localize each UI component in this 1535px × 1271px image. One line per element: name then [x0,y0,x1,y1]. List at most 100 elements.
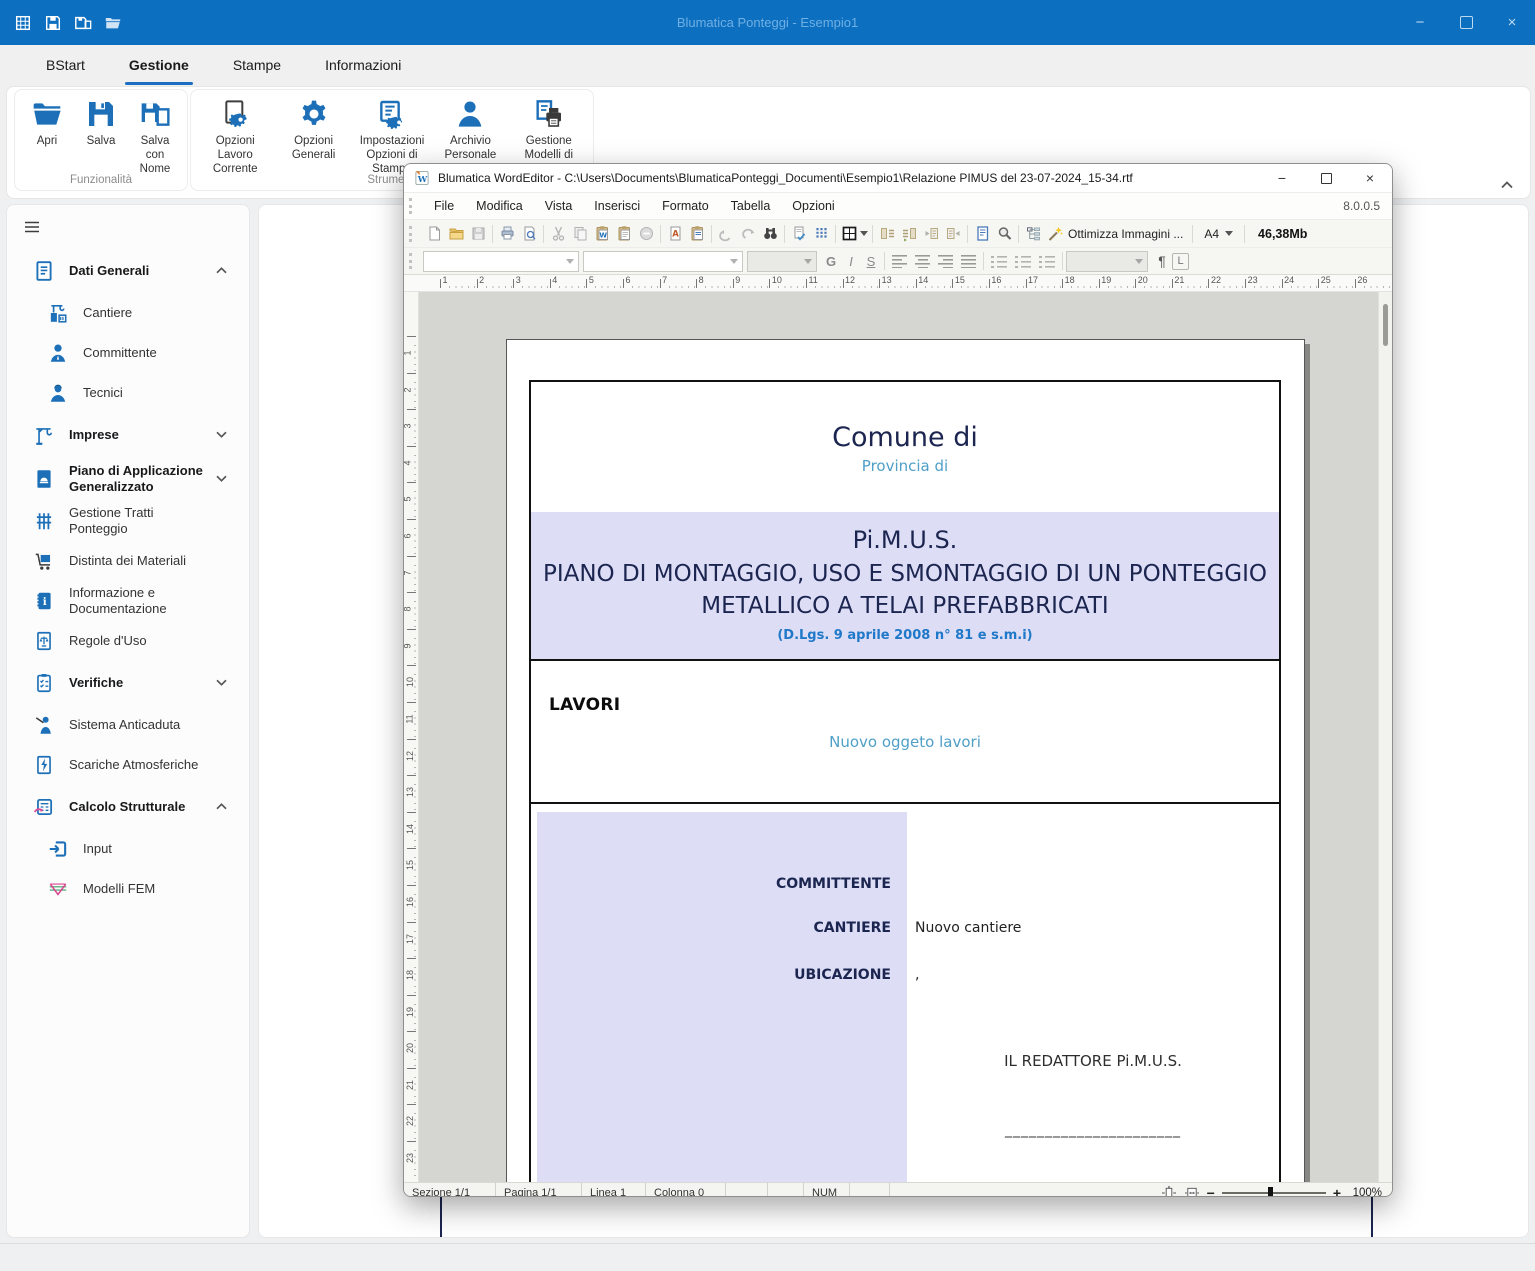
print-preview-button[interactable] [518,224,540,244]
zoom-slider[interactable] [1222,1192,1326,1194]
table-columns-button[interactable] [810,224,832,244]
fit-page-icon[interactable] [1161,1186,1177,1197]
save-icon[interactable] [44,14,62,32]
collapse-ribbon-button[interactable] [1495,175,1519,195]
outdent-button[interactable] [876,224,898,244]
paper-size-select[interactable]: A4 [1196,227,1241,241]
menu-file[interactable]: File [423,199,465,213]
scrollbar-thumb[interactable] [1383,304,1388,346]
sidebar-item-sistema-anticaduta[interactable]: Sistema Anticaduta [7,705,249,745]
wordeditor-titlebar[interactable]: W Blumatica WordEditor - C:\Users\Docume… [404,164,1392,193]
italic-button[interactable]: I [841,251,861,271]
sidebar-item-gestione-tratti-ponteggio[interactable]: Gestione Tratti Ponteggio [7,501,249,541]
toolbar-grip[interactable] [409,226,417,242]
toolbar-grip-2[interactable] [409,253,417,269]
sidebar-item-modelli-fem[interactable]: Modelli FEM [7,869,249,909]
field-codes-button[interactable]: L [1172,253,1189,270]
paragraph-style-combo[interactable] [423,251,579,272]
menu-tabella[interactable]: Tabella [720,199,782,213]
minimize-button[interactable]: − [1397,0,1443,45]
font-family-combo[interactable] [583,251,743,272]
app-logo-icon[interactable] [14,14,32,32]
paste-button[interactable] [613,224,635,244]
move-right-button[interactable] [942,224,964,244]
ribbon-button-salva[interactable]: Salva [77,95,125,176]
new-document-button[interactable] [423,224,445,244]
save-button[interactable] [467,224,489,244]
sidebar-item-cantiere[interactable]: Cantiere [7,293,249,333]
font-size-combo[interactable] [747,251,817,272]
menu-inserisci[interactable]: Inserisci [583,199,651,213]
find-text-button[interactable]: A [664,224,686,244]
ribbon-button-opzioni-generali[interactable]: Opzioni Generali [277,95,349,176]
sidebar-item-informazione-e-documentazione[interactable]: iInformazione e Documentazione [7,581,249,621]
menu-vista[interactable]: Vista [534,199,584,213]
indent-button[interactable] [898,224,920,244]
underline-button[interactable]: S [861,251,881,271]
wand-button[interactable] [1044,224,1066,244]
zoom-combo[interactable] [1066,251,1148,272]
document-lines-button[interactable] [971,224,993,244]
sidebar-item-calcolo-strutturale[interactable]: Calcolo Strutturale [7,785,249,829]
find-button[interactable] [759,224,781,244]
sidebar-item-input[interactable]: Input [7,829,249,869]
copy-button[interactable] [569,224,591,244]
optimize-images-button[interactable]: Ottimizza Immagini ... [1068,227,1183,241]
remove-button[interactable] [635,224,657,244]
paste-word-button[interactable]: W [591,224,613,244]
borders-button[interactable] [839,224,869,244]
maximize-button[interactable] [1443,0,1489,45]
align-right-button[interactable] [938,255,953,268]
bold-button[interactable]: G [821,251,841,271]
redo-button[interactable] [737,224,759,244]
sidebar-item-scariche-atmosferiche[interactable]: Scariche Atmosferiche [7,745,249,785]
multilevel-list-button[interactable] [1039,255,1055,268]
document-page[interactable]: Comune di Provincia di Pi.M.U.S. PIANO D… [506,339,1305,1182]
menu-opzioni[interactable]: Opzioni [781,199,845,213]
paste-special-button[interactable] [686,224,708,244]
tab-informazioni[interactable]: Informazioni [303,45,423,85]
sidebar-item-piano-di-applicazione-generalizzato[interactable]: Piano di Applicazione Generalizzato [7,457,249,501]
save-as-icon[interactable] [74,14,92,32]
align-left-button[interactable] [892,255,907,268]
numbered-list-button[interactable] [1015,255,1031,268]
menu-formato[interactable]: Formato [651,199,720,213]
vertical-scrollbar[interactable] [1378,292,1392,1182]
editor-maximize-button[interactable] [1304,164,1348,192]
sidebar-item-regole-d-uso[interactable]: Regole d'Uso [7,621,249,661]
ribbon-button-apri[interactable]: Apri [23,95,71,176]
ribbon-button-opzioni-lavoro-corrente[interactable]: Opzioni Lavoro Corrente [199,95,271,176]
sidebar-menu-button[interactable] [19,215,45,239]
open-folder-icon[interactable] [104,14,122,32]
cut-button[interactable] [547,224,569,244]
bullet-list-button[interactable] [991,255,1007,268]
sidebar-item-dati-generali[interactable]: Dati Generali [7,249,249,293]
print-button[interactable] [496,224,518,244]
editor-minimize-button[interactable]: − [1260,164,1304,192]
spellcheck-button[interactable] [788,224,810,244]
sidebar-item-verifiche[interactable]: Verifiche [7,661,249,705]
tab-bstart[interactable]: BStart [24,45,107,85]
zoom-document-button[interactable] [993,224,1015,244]
menubar-grip[interactable] [409,198,417,214]
undo-button[interactable] [715,224,737,244]
sidebar-item-committente[interactable]: Committente [7,333,249,373]
menu-modifica[interactable]: Modifica [465,199,534,213]
tab-stampe[interactable]: Stampe [211,45,303,85]
align-center-button[interactable] [915,255,930,268]
tab-gestione[interactable]: Gestione [107,45,211,85]
align-justify-button[interactable] [961,255,976,268]
zoom-out-button[interactable]: − [1207,1186,1215,1197]
sidebar-item-distinta-dei-materiali[interactable]: Distinta dei Materiali [7,541,249,581]
editor-close-button[interactable]: × [1348,164,1392,192]
tree-view-button[interactable] [1022,224,1044,244]
fit-width-icon[interactable] [1184,1186,1200,1197]
open-button[interactable] [445,224,467,244]
ribbon-button-salva-con-nome[interactable]: Salva con Nome [131,95,179,176]
zoom-slider-thumb[interactable] [1268,1187,1273,1197]
move-left-button[interactable] [920,224,942,244]
sidebar-item-imprese[interactable]: Imprese [7,413,249,457]
close-button[interactable]: × [1489,0,1535,45]
sidebar-item-tecnici[interactable]: Tecnici [7,373,249,413]
zoom-in-button[interactable]: + [1333,1186,1341,1197]
